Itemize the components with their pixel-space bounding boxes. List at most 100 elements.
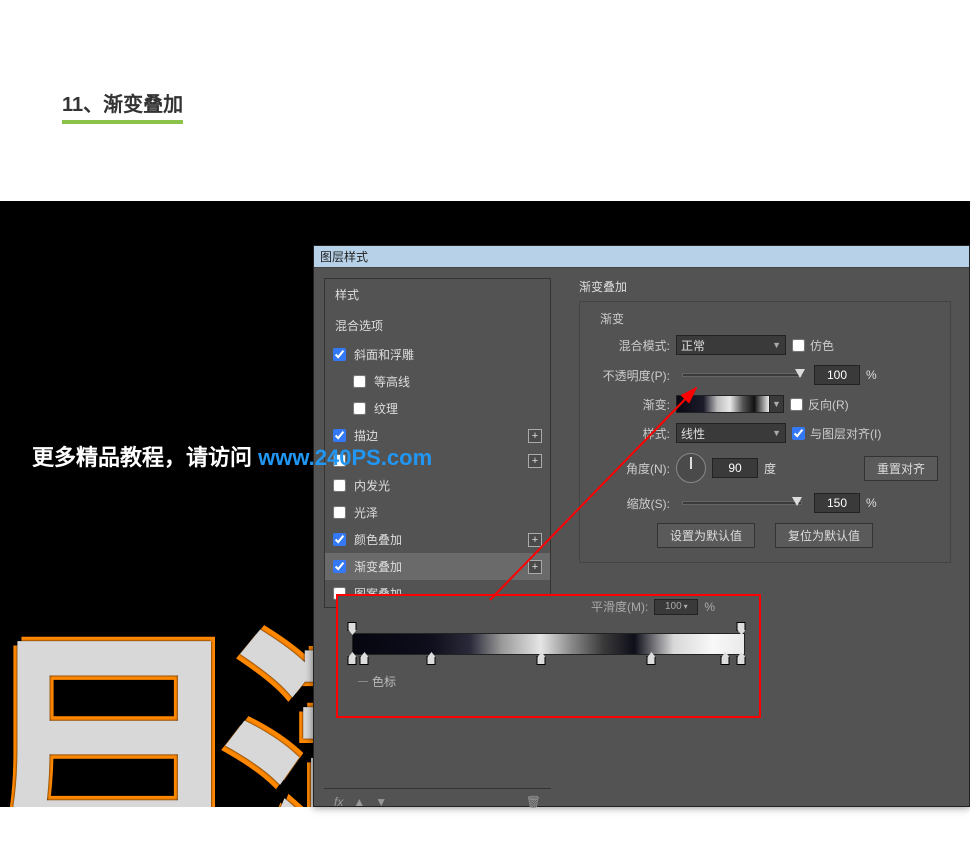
blend-mode-row: 混合模式: 正常 ▼ 仿色 [592,335,938,355]
contour-checkbox[interactable] [353,375,366,388]
angle-label: 角度(N): [592,460,670,477]
blend-mode-label: 混合模式: [592,337,670,354]
color-stop-section-label: 色标 [352,673,745,690]
color-stop[interactable] [737,656,746,665]
satin-checkbox[interactable] [333,506,346,519]
smoothness-pct: % [704,600,715,614]
bevel-label: 斜面和浮雕 [354,346,414,363]
stroke-add-icon[interactable]: + [528,429,542,443]
reset-align-button[interactable]: 重置对齐 [864,456,938,481]
chevron-down-icon: ▼ [772,428,781,438]
smoothness-label: 平滑度(M): [591,598,648,615]
opacity-slider[interactable] [682,373,802,377]
opacity-label: 不透明度(P): [592,367,670,384]
dither-label: 仿色 [810,337,834,354]
blend-mode-value: 正常 [681,337,705,354]
scale-slider[interactable] [682,501,802,505]
color-stops [352,656,745,666]
opacity-stops [352,622,745,632]
style-color-overlay[interactable]: 颜色叠加 + [325,526,550,553]
opacity-input[interactable] [814,365,860,385]
fx-toolbar: fx ▲ ▼ 🗑 [324,788,551,815]
gradient-overlay-settings: 渐变叠加 渐变 混合模式: 正常 ▼ 仿色 不透明度( [561,268,969,806]
reset-default-button[interactable]: 复位为默认值 [775,523,873,548]
color-stop[interactable] [721,656,730,665]
color-overlay-label: 颜色叠加 [354,531,402,548]
angle-dial[interactable] [676,453,706,483]
percent-label: % [866,368,877,382]
style-satin[interactable]: 光泽 [325,499,550,526]
dialog-title: 图层样式 [314,246,969,268]
chevron-down-icon: ▼ [769,396,783,412]
dialog-body: 样式 混合选项 斜面和浮雕 等高线 纹理 描边 + [314,268,969,806]
style-contour[interactable]: 等高线 [325,368,550,395]
scale-label: 缩放(S): [592,495,670,512]
dither-checkbox-wrap[interactable]: 仿色 [792,337,834,354]
smoothness-value[interactable]: 100▾ [654,599,698,615]
gradient-label: 渐变: [592,396,670,413]
inner-shadow-add-icon[interactable]: + [528,454,542,468]
fx-icon[interactable]: fx [334,795,343,809]
trash-icon[interactable]: 🗑 [526,795,541,809]
angle-input[interactable] [712,458,758,478]
percent-label-2: % [866,496,877,510]
angle-row: 角度(N): 度 重置对齐 [592,453,938,483]
opacity-row: 不透明度(P): % [592,365,938,385]
fieldset-legend: 渐变 [596,310,628,327]
style-inner-glow[interactable]: 内发光 [325,472,550,499]
gradient-overlay-label: 渐变叠加 [354,558,402,575]
satin-label: 光泽 [354,504,378,521]
texture-checkbox[interactable] [353,402,366,415]
gradient-preview[interactable]: ▼ [676,395,784,413]
chevron-down-icon: ▼ [772,340,781,350]
style-bevel-emboss[interactable]: 斜面和浮雕 [325,341,550,368]
watermark-url: www.240PS.com [258,445,432,470]
color-overlay-add-icon[interactable]: + [528,533,542,547]
page-heading: 11、渐变叠加 [62,88,183,124]
style-gradient-overlay[interactable]: 渐变叠加 + [325,553,550,580]
color-overlay-checkbox[interactable] [333,533,346,546]
color-stop[interactable] [646,656,655,665]
gradient-overlay-checkbox[interactable] [333,560,346,573]
bevel-checkbox[interactable] [333,348,346,361]
arrow-up-icon[interactable]: ▲ [353,795,365,809]
inner-glow-label: 内发光 [354,477,390,494]
gradient-row: 渐变: ▼ 反向(R) [592,395,938,413]
color-stop[interactable] [359,656,368,665]
layer-style-dialog: 图层样式 样式 混合选项 斜面和浮雕 等高线 纹理 [313,245,970,807]
gradient-editor-highlight: 平滑度(M): 100▾ % 色标 [336,594,761,718]
texture-label: 纹理 [374,400,398,417]
align-label: 与图层对齐(I) [810,425,881,442]
gradient-style-select[interactable]: 线性 ▼ [676,423,786,443]
gradient-bar-wrap [352,633,745,655]
scale-input[interactable] [814,493,860,513]
align-checkbox[interactable] [792,427,805,440]
section-title: 渐变叠加 [579,278,951,295]
style-value: 线性 [681,425,705,442]
watermark-text: 更多精品教程，请访问 [32,445,258,470]
opacity-stop[interactable] [737,622,746,631]
styles-header[interactable]: 样式 [325,279,550,310]
color-stop[interactable] [536,656,545,665]
reverse-checkbox-wrap[interactable]: 反向(R) [790,396,849,413]
set-default-button[interactable]: 设置为默认值 [657,523,755,548]
blend-mode-select[interactable]: 正常 ▼ [676,335,786,355]
watermark: 更多精品教程，请访问 www.240PS.com [32,440,432,472]
gradient-bar[interactable] [352,633,745,655]
color-stop[interactable] [348,656,357,665]
scale-row: 缩放(S): % [592,493,938,513]
reverse-checkbox[interactable] [790,398,803,411]
arrow-down-icon[interactable]: ▼ [375,795,387,809]
defaults-button-row: 设置为默认值 复位为默认值 [592,523,938,548]
align-checkbox-wrap[interactable]: 与图层对齐(I) [792,425,881,442]
blending-options-row[interactable]: 混合选项 [325,310,550,341]
dither-checkbox[interactable] [792,339,805,352]
styles-panel: 样式 混合选项 斜面和浮雕 等高线 纹理 描边 + [314,268,561,806]
angle-unit: 度 [764,460,776,477]
color-stop[interactable] [426,656,435,665]
smoothness-row: 平滑度(M): 100▾ % [352,598,745,615]
opacity-stop[interactable] [348,622,357,631]
gradient-overlay-add-icon[interactable]: + [528,560,542,574]
inner-glow-checkbox[interactable] [333,479,346,492]
style-texture[interactable]: 纹理 [325,395,550,422]
